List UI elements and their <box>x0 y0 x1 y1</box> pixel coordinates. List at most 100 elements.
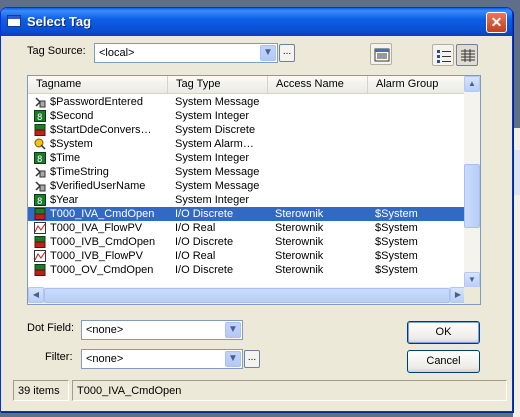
tag-name-cell: $PasswordEntered <box>50 96 143 108</box>
background-app-right-strip <box>513 150 520 195</box>
access-name-cell: Sterownik <box>275 208 324 220</box>
close-button[interactable]: ✕ <box>486 12 507 33</box>
tag-row[interactable]: T000_IVA_CmdOpen I/O Discrete Sterownik $Sy… <box>28 207 466 221</box>
alarm-group-cell <box>375 137 465 151</box>
title-bar[interactable]: Select Tag ✕ <box>1 8 512 36</box>
alarm-group-cell: $System <box>375 264 418 276</box>
tag-name-cell: T000_IVB_FlowPV <box>50 250 143 262</box>
tag-name-cell: $StartDdeConvers… <box>50 124 152 136</box>
tag-list[interactable]: Tagname Tag Type Access Name Alarm Group… <box>27 75 481 305</box>
tag-type-cell: System Message <box>175 166 260 178</box>
chevron-down-icon[interactable]: ▼ <box>225 351 241 367</box>
svg-text:8: 8 <box>37 197 42 206</box>
dot-field-dropdown[interactable]: <none> ▼ <box>81 320 243 340</box>
tag-name-cell: T000_IVB_CmdOpen <box>50 236 156 248</box>
tag-real-icon <box>34 250 46 262</box>
vertical-scrollbar[interactable]: ▲ ▼ <box>464 76 480 288</box>
status-bar: 39 items T000_IVA_CmdOpen <box>5 380 508 401</box>
access-name-cell: Sterownik <box>275 236 324 248</box>
alarm-group-cell <box>375 151 465 165</box>
column-header-access-name[interactable]: Access Name <box>268 76 368 94</box>
column-header-tag-type[interactable]: Tag Type <box>168 76 268 94</box>
tag-name-cell: $Second <box>50 110 94 122</box>
details-view-button[interactable] <box>456 44 478 66</box>
tag-row[interactable]: T000_IVB_FlowPV I/O Real Sterownik $System <box>28 249 466 263</box>
access-name-cell <box>275 137 370 151</box>
tag-real-icon <box>34 222 46 234</box>
alarm-group-cell: $System <box>375 222 418 234</box>
tag-row[interactable]: $VerifiedUserName System Message <box>28 179 466 193</box>
horizontal-scrollbar[interactable]: ◀ ▶ <box>28 287 466 304</box>
list-view-button[interactable] <box>432 44 454 66</box>
cancel-button[interactable]: Cancel <box>407 350 480 373</box>
window-icon <box>7 15 21 27</box>
horizontal-scroll-thumb[interactable] <box>44 288 450 303</box>
tag-row[interactable]: $PasswordEntered System Message <box>28 95 466 109</box>
tag-type-cell: I/O Discrete <box>175 264 234 276</box>
column-header-alarm-group[interactable]: Alarm Group <box>368 76 466 94</box>
tag-type-cell: I/O Discrete <box>175 236 234 248</box>
alarm-group-cell: $System <box>375 236 418 248</box>
access-name-cell <box>275 109 370 123</box>
tag-name-cell: $VerifiedUserName <box>50 180 146 192</box>
alarm-group-cell <box>375 179 465 193</box>
tag-source-label: Tag Source: <box>27 45 86 57</box>
item-count: 39 items <box>13 380 69 401</box>
svg-text:8: 8 <box>37 155 42 164</box>
access-name-cell: Sterownik <box>275 250 324 262</box>
vertical-scroll-thumb[interactable] <box>464 163 480 228</box>
tag-type-cell: System Alarm… <box>175 138 254 150</box>
tag-discrete-icon <box>34 124 46 136</box>
tag-integer-icon: 8 <box>34 194 46 207</box>
tag-name-cell: $Time <box>50 152 81 164</box>
alarm-group-cell <box>375 165 465 179</box>
tag-row[interactable]: 8 $Year System Integer <box>28 193 466 207</box>
tag-row[interactable]: 8 $Time System Integer <box>28 151 466 165</box>
tag-source-browse-button[interactable]: ... <box>279 44 295 62</box>
tag-type-cell: System Discrete <box>175 124 256 136</box>
tag-row[interactable]: T000_IVA_FlowPV I/O Real Sterownik $System <box>28 221 466 235</box>
tag-message-icon <box>34 166 46 178</box>
access-name-cell <box>275 165 370 179</box>
access-name-cell <box>275 95 370 109</box>
svg-text:8: 8 <box>37 113 42 122</box>
tag-name-cell: $TimeString <box>50 166 109 178</box>
tree-view-button[interactable] <box>370 43 392 65</box>
access-name-cell: Sterownik <box>275 222 324 234</box>
tag-row[interactable]: T000_IVB_CmdOpen I/O Discrete Sterownik $Sy… <box>28 235 466 249</box>
tag-row[interactable]: $TimeString System Message <box>28 165 466 179</box>
tag-list-rows: $PasswordEntered System Message 8 $Second Sy… <box>28 95 466 277</box>
selected-tag-readout: T000_IVA_CmdOpen <box>72 380 507 401</box>
tag-message-icon <box>34 180 46 192</box>
access-name-cell <box>275 179 370 193</box>
alarm-group-cell <box>375 95 465 109</box>
tag-row[interactable]: $StartDdeConvers… System Discrete <box>28 123 466 137</box>
tag-row[interactable]: T000_OV_CmdOpen I/O Discrete Sterownik $Sys… <box>28 263 466 277</box>
tag-discrete-icon <box>34 264 46 276</box>
tag-type-cell: System Integer <box>175 152 249 164</box>
alarm-group-cell: $System <box>375 208 418 220</box>
tag-alarm-icon <box>34 138 46 150</box>
scroll-corner <box>464 287 480 304</box>
scroll-up-button[interactable]: ▲ <box>464 76 480 92</box>
tag-name-cell: $Year <box>50 194 79 206</box>
tag-type-cell: System Integer <box>175 194 249 206</box>
scroll-left-button[interactable]: ◀ <box>28 287 44 303</box>
tag-source-dropdown[interactable]: <local> ▼ <box>94 43 278 63</box>
scroll-down-button[interactable]: ▼ <box>464 272 480 288</box>
alarm-group-cell: $System <box>375 250 418 262</box>
tag-source-value: <local> <box>99 47 135 59</box>
ok-button[interactable]: OK <box>407 321 480 344</box>
tag-row[interactable]: $System System Alarm… <box>28 137 466 151</box>
filter-browse-button[interactable]: ... <box>244 350 260 368</box>
tag-name-cell: T000_IVA_FlowPV <box>50 222 143 234</box>
chevron-down-icon[interactable]: ▼ <box>260 45 276 61</box>
filter-dropdown[interactable]: <none> ▼ <box>81 349 243 369</box>
tag-list-header: Tagname Tag Type Access Name Alarm Group <box>28 76 466 94</box>
tag-integer-icon: 8 <box>34 110 46 123</box>
tag-row[interactable]: 8 $Second System Integer <box>28 109 466 123</box>
table-icon <box>461 49 475 62</box>
filter-label: Filter: <box>45 351 73 363</box>
chevron-down-icon[interactable]: ▼ <box>225 322 241 338</box>
column-header-tagname[interactable]: Tagname <box>28 76 168 94</box>
